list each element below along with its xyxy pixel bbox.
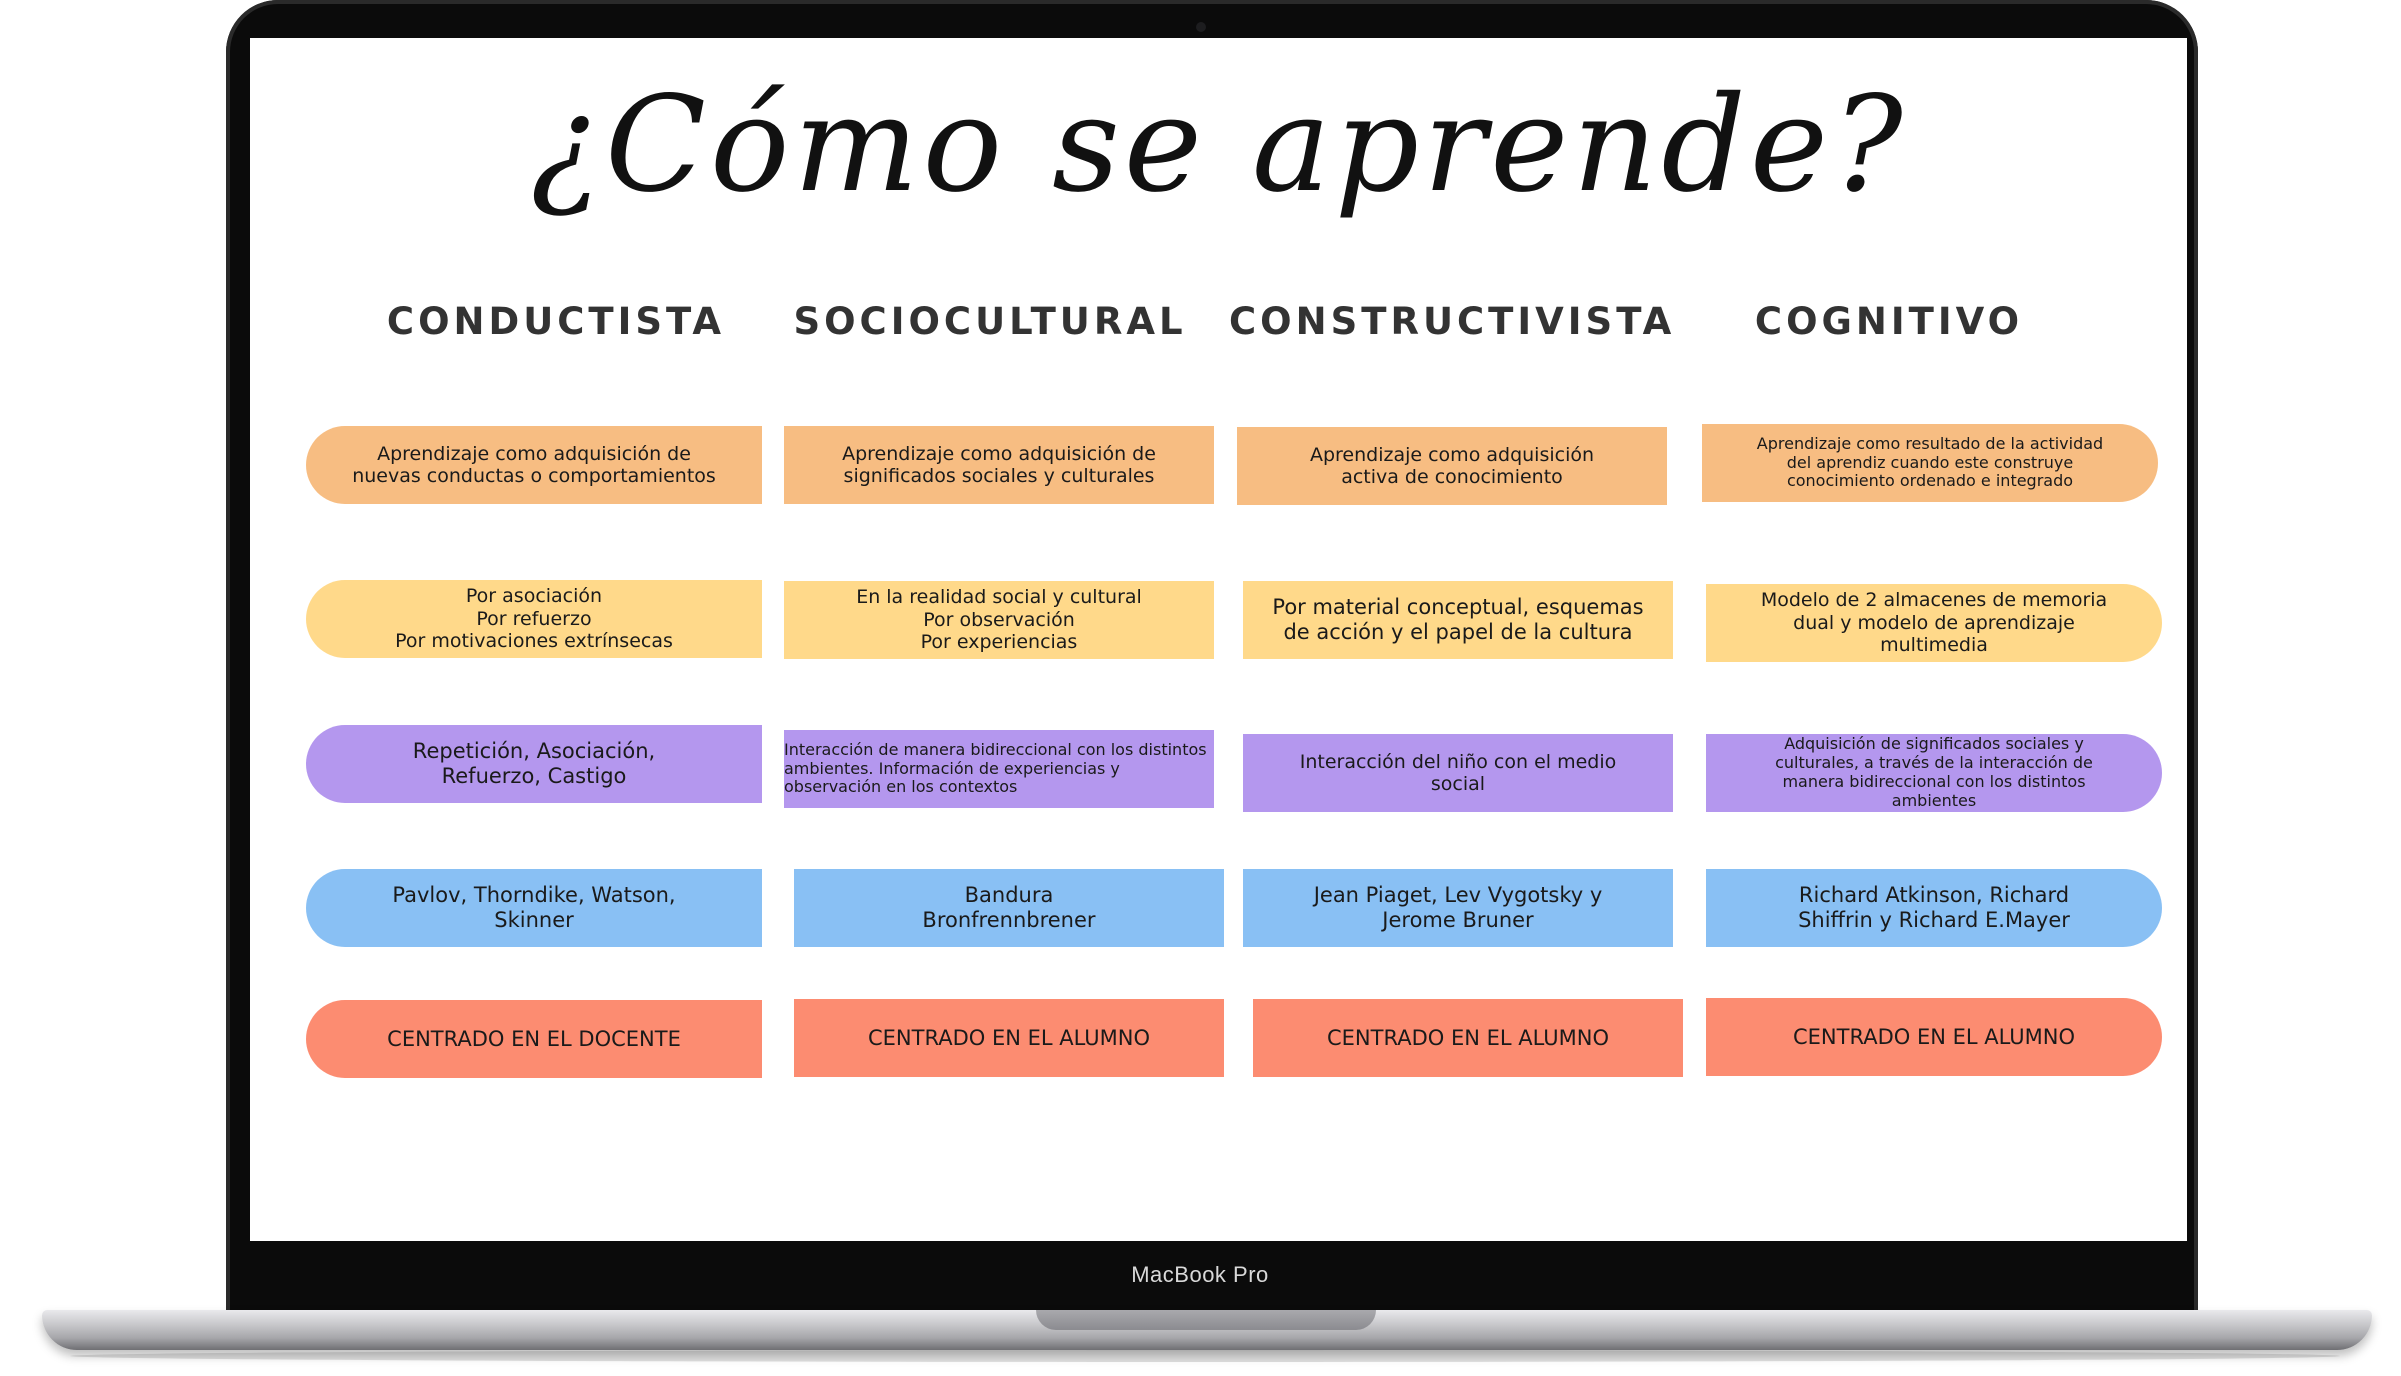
how-card-constructivista: Por material conceptual, esquemas de acc… bbox=[1243, 581, 1673, 659]
focus-card-sociocultural: CENTRADO EN EL ALUMNO bbox=[794, 999, 1224, 1077]
definition-card-cognitivo: Aprendizaje como resultado de la activid… bbox=[1702, 424, 2158, 502]
column-heading-conductista: CONDUCTISTA bbox=[386, 300, 726, 343]
process-card-conductista: Repetición, Asociación, Refuerzo, Castig… bbox=[306, 725, 762, 803]
laptop-shadow bbox=[70, 1350, 2340, 1362]
how-card-sociocultural: En la realidad social y cultural Por obs… bbox=[784, 581, 1214, 659]
process-card-constructivista: Interacción del niño con el medio social bbox=[1243, 734, 1673, 812]
authors-card-conductista: Pavlov, Thorndike, Watson, Skinner bbox=[306, 869, 762, 947]
column-heading-constructivista: CONSTRUCTIVISTA bbox=[1229, 300, 1676, 343]
authors-card-sociocultural: Bandura Bronfrennbrener bbox=[794, 869, 1224, 947]
process-card-sociocultural: Interacción de manera bidireccional con … bbox=[784, 730, 1214, 808]
webcam-icon bbox=[1196, 22, 1206, 32]
laptop-base-notch bbox=[1036, 1310, 1376, 1330]
focus-card-conductista: CENTRADO EN EL DOCENTE bbox=[306, 1000, 762, 1078]
focus-card-constructivista: CENTRADO EN EL ALUMNO bbox=[1253, 999, 1683, 1077]
authors-card-cognitivo: Richard Atkinson, Richard Shiffrin y Ric… bbox=[1706, 869, 2162, 947]
slide-title: ¿Cómo se aprende? bbox=[530, 68, 1907, 222]
focus-card-cognitivo: CENTRADO EN EL ALUMNO bbox=[1706, 998, 2162, 1076]
laptop-screen: ¿Cómo se aprende? CONDUCTISTA SOCIOCULTU… bbox=[250, 38, 2187, 1241]
authors-card-constructivista: Jean Piaget, Lev Vygotsky y Jerome Brune… bbox=[1243, 869, 1673, 947]
laptop-mockup: ¿Cómo se aprende? CONDUCTISTA SOCIOCULTU… bbox=[0, 0, 2401, 1376]
how-card-cognitivo: Modelo de 2 almacenes de memoria dual y … bbox=[1706, 584, 2162, 662]
process-card-cognitivo: Adquisición de significados sociales y c… bbox=[1706, 734, 2162, 812]
column-heading-sociocultural: SOCIOCULTURAL bbox=[793, 300, 1187, 343]
laptop-brand-label: MacBook Pro bbox=[1131, 1262, 1269, 1287]
column-heading-cognitivo: COGNITIVO bbox=[1754, 300, 2024, 343]
definition-card-sociocultural: Aprendizaje como adquisición de signific… bbox=[784, 426, 1214, 504]
definition-card-constructivista: Aprendizaje como adquisición activa de c… bbox=[1237, 427, 1667, 505]
how-card-conductista: Por asociación Por refuerzo Por motivaci… bbox=[306, 580, 762, 658]
definition-card-conductista: Aprendizaje como adquisición de nuevas c… bbox=[306, 426, 762, 504]
